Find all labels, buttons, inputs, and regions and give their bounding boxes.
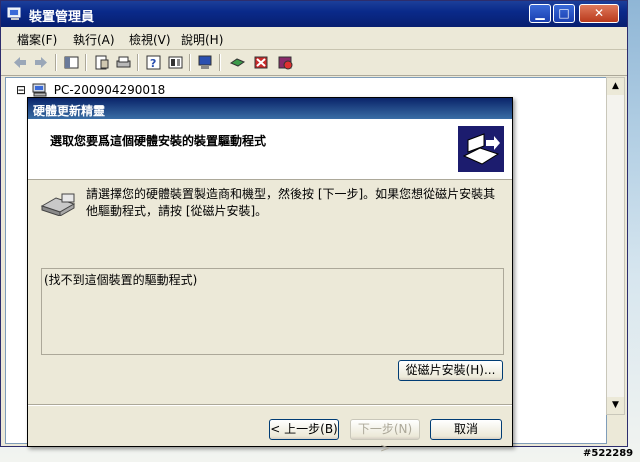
forward-arrow-icon[interactable]: [33, 54, 50, 71]
print-icon[interactable]: [115, 54, 132, 71]
uninstall-icon[interactable]: [253, 54, 270, 71]
menu-file[interactable]: 檔案(F): [17, 31, 57, 48]
disable-device-icon[interactable]: [277, 54, 294, 71]
update-driver-icon[interactable]: [229, 54, 246, 71]
wizard-instruction: 請選擇您的硬體裝置製造商和機型，然後按 [下一步]。如果您想從磁片安裝其他驅動程…: [86, 187, 496, 218]
toolbar-separator: [85, 54, 87, 71]
menu-action[interactable]: 執行(A): [73, 31, 115, 48]
toolbar-separator: [219, 54, 221, 71]
next-button[interactable]: 下一步(N) >: [350, 419, 420, 455]
wizard-separator: [28, 404, 512, 406]
list-item[interactable]: (找不到這個裝置的驅動程式): [44, 271, 197, 288]
computer-icon: [32, 83, 47, 97]
window-title: 裝置管理員: [29, 10, 95, 25]
svg-text:?: ?: [150, 57, 156, 70]
maximize-button[interactable]: □: [553, 4, 575, 23]
minimize-icon: ▁: [535, 6, 545, 20]
back-button[interactable]: < 上一步(B): [269, 419, 339, 440]
watermark: #522289: [583, 448, 634, 459]
menu-help[interactable]: 說明(H): [181, 31, 223, 48]
toolbar-separator: [137, 54, 139, 71]
wizard-title: 硬體更新精靈: [33, 104, 106, 118]
hardware-device-icon: [40, 193, 76, 216]
show-hide-tree-icon[interactable]: [63, 54, 80, 71]
cancel-button[interactable]: 取消: [430, 419, 502, 440]
close-button[interactable]: ✕: [579, 4, 619, 23]
scroll-down-icon[interactable]: ▼: [607, 397, 624, 414]
minimize-button[interactable]: ▁: [529, 4, 551, 23]
scroll-up-icon[interactable]: ▲: [607, 78, 624, 95]
hardware-wizard-icon: [458, 126, 504, 172]
tree-expander[interactable]: ⊟: [16, 83, 26, 97]
toolbar: ?: [1, 50, 627, 76]
maximize-icon: □: [558, 6, 570, 20]
computer-name-label: PC-200904290018: [53, 83, 166, 97]
driver-list[interactable]: (找不到這個裝置的驅動程式): [41, 268, 504, 355]
toolbar-separator: [189, 54, 191, 71]
computer-management-icon: [7, 7, 21, 20]
wizard-header-title: 選取您要爲這個硬體安裝的裝置驅動程式: [50, 134, 267, 148]
back-arrow-icon[interactable]: [11, 54, 28, 71]
vertical-scrollbar[interactable]: ▲ ▼: [606, 77, 625, 415]
wizard-title-bar[interactable]: 硬體更新精靈: [28, 98, 512, 119]
have-disk-button[interactable]: 從磁片安裝(H)...: [398, 360, 503, 381]
menu-view[interactable]: 檢視(V): [129, 31, 171, 48]
menu-bar: 檔案(F) 執行(A) 檢視(V) 說明(H): [1, 27, 627, 50]
close-icon: ✕: [593, 6, 605, 20]
title-bar[interactable]: 裝置管理員 ▁ □ ✕: [1, 1, 627, 27]
tree-root-node[interactable]: ⊟ PC-200904290018: [16, 83, 165, 97]
scan-hardware-icon[interactable]: [197, 54, 214, 71]
toolbar-separator: [55, 54, 57, 71]
hardware-update-wizard: 硬體更新精靈 選取您要爲這個硬體安裝的裝置驅動程式 請選擇您的硬體裝置製造商和機…: [27, 97, 513, 455]
help-icon[interactable]: ?: [145, 54, 162, 71]
wizard-header: 選取您要爲這個硬體安裝的裝置驅動程式: [28, 119, 512, 180]
properties-icon[interactable]: [93, 54, 110, 71]
console-view-icon[interactable]: [167, 54, 184, 71]
